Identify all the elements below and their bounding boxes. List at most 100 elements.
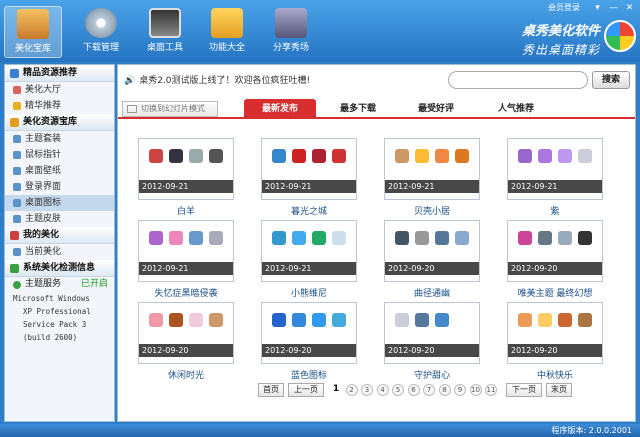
minimize-icon[interactable]: —	[607, 2, 620, 13]
preview-icon	[312, 313, 326, 327]
theme-card[interactable]: 2012-09-20	[138, 302, 234, 364]
tool-treasure[interactable]: 美化宝库	[4, 6, 62, 58]
theme-card[interactable]: 2012-09-21	[261, 138, 357, 200]
tool-share[interactable]: 分享秀场	[262, 6, 320, 58]
card-title-link[interactable]: 贝壳小居	[384, 204, 480, 217]
sidebar-item-hall[interactable]: 美化大厅	[5, 82, 114, 98]
tab-popular[interactable]: 人气推荐	[480, 99, 552, 119]
card-date: 2012-09-21	[139, 180, 233, 193]
menu-icon[interactable]: ▾	[591, 2, 604, 13]
cursor-icon	[13, 151, 21, 159]
sidebar-section-library[interactable]: 美化资源宝库	[5, 114, 114, 131]
preview-icon	[455, 313, 469, 327]
pager-page-number[interactable]: 5	[392, 384, 404, 396]
sidebar-section-my[interactable]: 我的美化	[5, 227, 114, 244]
preview-icon	[538, 231, 552, 245]
pager-last-button[interactable]: 末页	[546, 383, 572, 397]
function-box-icon	[211, 8, 243, 38]
card-title-link[interactable]: 白羊	[138, 204, 234, 217]
card-title-link[interactable]: 暮光之城	[261, 204, 357, 217]
slideshow-toggle-button[interactable]: 切换到幻灯片模式	[122, 101, 218, 117]
brand-logo-icon	[604, 20, 636, 52]
card-title-link[interactable]: 中秋快乐	[507, 368, 603, 381]
tool-download[interactable]: 下载管理	[72, 6, 130, 58]
item-label: 美化大厅	[25, 85, 62, 95]
pager-first-button[interactable]: 首页	[258, 383, 284, 397]
sysinfo-line: (build 2600)	[23, 333, 78, 342]
theme-card[interactable]: 2012-09-21	[261, 220, 357, 282]
theme-card[interactable]: 2012-09-20	[507, 302, 603, 364]
sidebar-item-cursor[interactable]: 鼠标指针	[5, 147, 114, 163]
sidebar-section-recommend[interactable]: 精品资源推荐	[5, 65, 114, 82]
sidebar-item-login-screen[interactable]: 登录界面	[5, 179, 114, 195]
sidebar-item-desktop-icons[interactable]: 桌面图标	[5, 195, 114, 211]
card-title-link[interactable]: 曲径通幽	[384, 286, 480, 299]
pager-page-number[interactable]: 6	[407, 384, 420, 396]
pager-page-number[interactable]: 3	[361, 384, 373, 396]
search-input[interactable]	[448, 71, 588, 89]
item-label: 桌面壁纸	[25, 166, 62, 176]
theme-card[interactable]: 2012-09-21	[384, 138, 480, 200]
notice-bar: 🔊 桌秀2.0测试版上线了！欢迎各位疯狂吐槽!	[124, 73, 310, 86]
item-label: 登录界面	[25, 182, 62, 192]
card-title-link[interactable]: 守护甜心	[384, 368, 480, 381]
sidebar: 精品资源推荐 美化大厅 精华推荐 美化资源宝库 主题套装 鼠标指针 桌面壁纸 登…	[4, 64, 115, 422]
pager-page-number[interactable]: 1	[330, 384, 342, 396]
preview-icon	[395, 313, 409, 327]
pager-next-button[interactable]: 下一页	[506, 383, 542, 397]
preview-icon	[578, 231, 592, 245]
card-title-link[interactable]: 紫	[507, 204, 603, 217]
preview-icon	[209, 149, 223, 163]
tab-top-rated[interactable]: 最受好评	[400, 99, 472, 119]
sidebar-item-current[interactable]: 当前美化	[5, 244, 114, 260]
section-label: 美化资源宝库	[23, 117, 78, 127]
sidebar-section-sysinfo[interactable]: 系统美化检测信息	[5, 260, 114, 277]
item-label: 精华推荐	[25, 101, 62, 111]
tool-desktop[interactable]: 桌面工具	[136, 6, 194, 58]
search-button[interactable]: 搜索	[592, 71, 630, 89]
pager-page-number[interactable]: 9	[454, 384, 466, 396]
tab-latest[interactable]: 最新发布	[244, 99, 316, 119]
theme-card[interactable]: 2012-09-20	[261, 302, 357, 364]
desktop-tool-icon	[149, 8, 181, 38]
card-date: 2012-09-21	[139, 262, 233, 275]
card-title-link[interactable]: 失忆症黑暗侵袭	[138, 286, 234, 299]
theme-card[interactable]: 2012-09-21	[138, 220, 234, 282]
tool-functions[interactable]: 功能大全	[198, 6, 256, 58]
theme-card[interactable]: 2012-09-21	[138, 138, 234, 200]
brand: 桌秀美化软件 秀出桌面精彩	[522, 20, 600, 58]
pager-page-number[interactable]: 2	[345, 384, 358, 396]
sidebar-item-skins[interactable]: 主题皮肤	[5, 211, 114, 227]
theme-card[interactable]: 2012-09-21	[507, 138, 603, 200]
pager-prev-button[interactable]: 上一页	[288, 383, 324, 397]
main-panel: 🔊 桌秀2.0测试版上线了！欢迎各位疯狂吐槽! 搜索 切换到幻灯片模式 最新发布 …	[117, 64, 636, 422]
theme-card[interactable]: 2012-09-20	[384, 302, 480, 364]
pager-page-number[interactable]: 4	[376, 384, 389, 396]
current-theme-icon	[13, 248, 21, 256]
member-login-link[interactable]: 会员登录	[548, 2, 580, 13]
sidebar-item-featured[interactable]: 精华推荐	[5, 98, 114, 114]
tab-most-downloaded[interactable]: 最多下载	[322, 99, 394, 119]
theme-card[interactable]: 2012-09-20	[384, 220, 480, 282]
preview-icon	[455, 231, 469, 245]
pager-page-number[interactable]: 8	[438, 384, 451, 396]
sidebar-item-wallpaper[interactable]: 桌面壁纸	[5, 163, 114, 179]
preview-icon	[312, 231, 326, 245]
sidebar-item-theme-pack[interactable]: 主题套装	[5, 131, 114, 147]
close-icon[interactable]: ✕	[623, 2, 636, 13]
card-title-link[interactable]: 休闲时光	[138, 368, 234, 381]
card-date: 2012-09-20	[262, 344, 356, 357]
card-title-link[interactable]: 蓝色图标	[261, 368, 357, 381]
section-icon	[10, 264, 19, 273]
service-status: 已开启	[80, 279, 108, 289]
preview-icons	[268, 231, 352, 257]
section-label: 系统美化检测信息	[23, 263, 96, 273]
pager-page-number[interactable]: 10	[469, 384, 482, 396]
preview-icon	[558, 313, 572, 327]
card-title-link[interactable]: 小熊维尼	[261, 286, 357, 299]
section-label: 我的美化	[23, 230, 60, 240]
card-title-link[interactable]: 唯美主题 最终幻想	[507, 286, 603, 299]
theme-card[interactable]: 2012-09-20	[507, 220, 603, 282]
pager-page-number[interactable]: 7	[423, 384, 435, 396]
pager-page-number[interactable]: 11	[485, 384, 497, 396]
